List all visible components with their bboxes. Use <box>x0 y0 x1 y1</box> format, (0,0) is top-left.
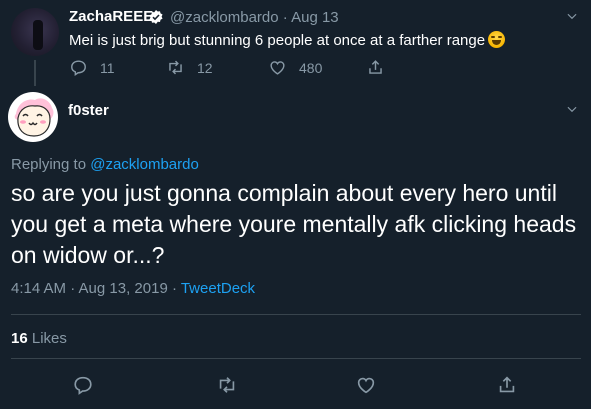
reply-icon[interactable] <box>72 374 94 396</box>
reply-button[interactable]: 11 <box>69 58 115 77</box>
likes-label: Likes <box>31 330 67 347</box>
cartoon-face-icon <box>14 98 54 137</box>
like-icon[interactable] <box>355 374 377 396</box>
like-count: 480 <box>299 59 323 76</box>
retweet-count: 12 <box>197 59 213 76</box>
retweet-button[interactable]: 12 <box>166 58 213 77</box>
timestamp[interactable]: 4:14 AM · Aug 13, 2019 · <box>11 280 181 297</box>
laughing-emoji <box>488 31 506 48</box>
retweet-icon <box>169 60 182 75</box>
replying-to-label: Replying to <box>11 156 91 173</box>
reply-icon <box>71 60 86 76</box>
share-button[interactable] <box>366 58 385 77</box>
parent-display-name[interactable]: ZachaREEE <box>69 8 153 25</box>
retweet-icon[interactable] <box>216 374 238 396</box>
replying-to: Replying to @zacklombardo <box>11 156 199 173</box>
thread-line <box>34 60 36 86</box>
parent-tweet-text: Mei is just brig but stunning 6 people a… <box>69 31 506 49</box>
parent-handle-date: @zacklombardo · Aug 13 <box>170 9 339 26</box>
tweet-text: so are you just gonna complain about eve… <box>11 180 577 268</box>
like-icon <box>270 61 285 75</box>
avatar[interactable] <box>11 8 59 56</box>
likes-count: 16 <box>11 330 28 347</box>
share-icon <box>369 60 382 74</box>
parent-tweet-body: Mei is just brig but stunning 6 people a… <box>69 32 486 49</box>
source-link[interactable]: TweetDeck <box>181 280 255 297</box>
divider <box>11 358 581 359</box>
divider <box>11 314 581 315</box>
reply-count: 11 <box>100 59 115 76</box>
avatar-figure <box>33 20 43 50</box>
chevron-down-icon[interactable] <box>565 9 579 23</box>
verified-icon <box>149 10 163 24</box>
share-icon[interactable] <box>496 374 518 396</box>
mention-link[interactable]: @zacklombardo <box>90 156 199 173</box>
chevron-down-icon[interactable] <box>565 102 579 116</box>
display-name[interactable]: f0ster <box>68 102 109 119</box>
tweet-meta: 4:14 AM · Aug 13, 2019 · TweetDeck <box>11 280 255 297</box>
likes-summary[interactable]: 16 Likes <box>11 330 67 347</box>
avatar[interactable] <box>8 92 58 142</box>
like-button[interactable]: 480 <box>268 58 322 77</box>
